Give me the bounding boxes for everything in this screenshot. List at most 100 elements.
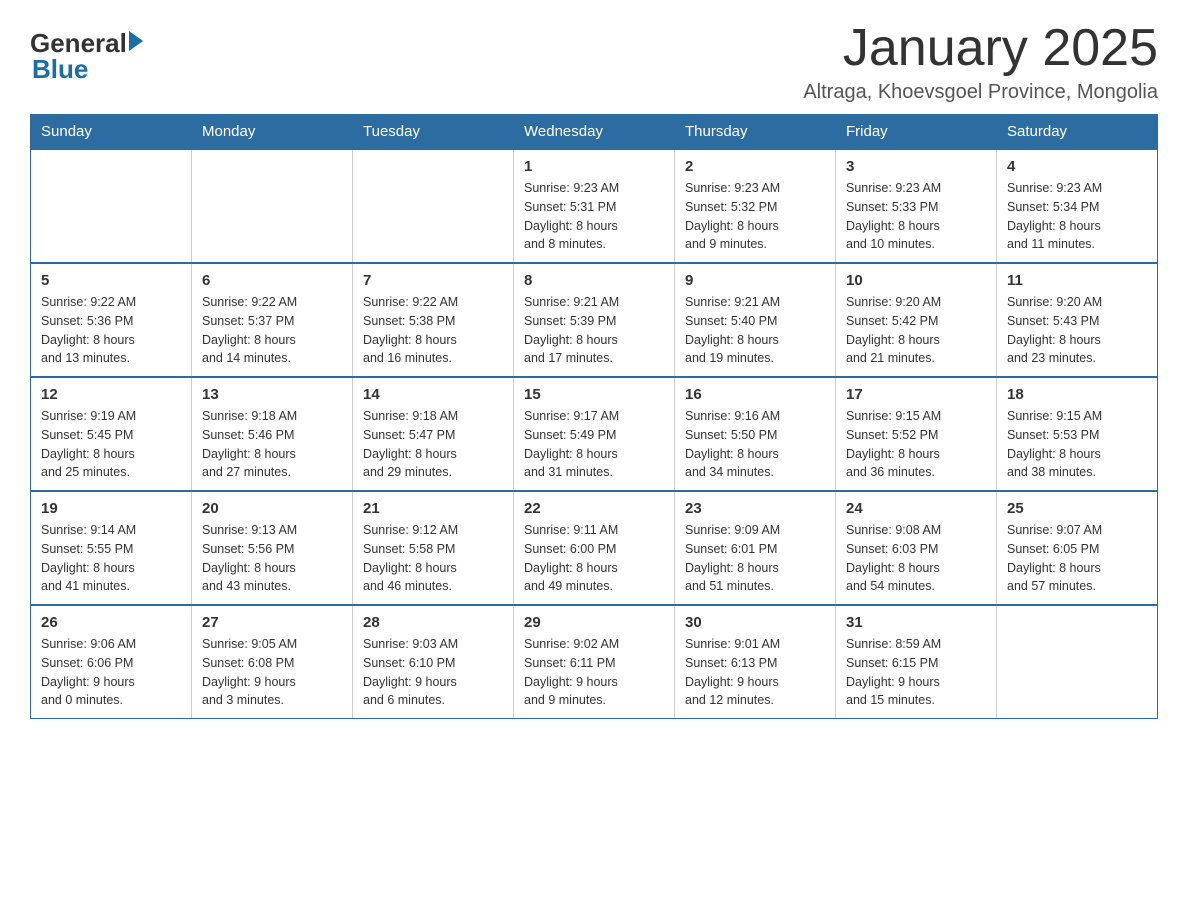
day-number: 6	[202, 272, 342, 289]
calendar-week-row: 19 Sunrise: 9:14 AM Sunset: 5:55 PM Dayli…	[31, 491, 1158, 605]
header-day-friday: Friday	[836, 115, 997, 150]
calendar-cell: 30 Sunrise: 9:01 AM Sunset: 6:13 PM Dayli…	[675, 605, 836, 719]
day-number: 9	[685, 272, 825, 289]
calendar-cell: 17 Sunrise: 9:15 AM Sunset: 5:52 PM Dayli…	[836, 377, 997, 491]
calendar-cell	[192, 149, 353, 263]
header-day-thursday: Thursday	[675, 115, 836, 150]
day-info: Sunrise: 9:02 AM Sunset: 6:11 PM Dayligh…	[524, 635, 664, 710]
calendar-cell: 20 Sunrise: 9:13 AM Sunset: 5:56 PM Dayli…	[192, 491, 353, 605]
calendar-cell: 2Sunrise: 9:23 AM Sunset: 5:32 PM Daylig…	[675, 149, 836, 263]
day-info: Sunrise: 9:23 AM Sunset: 5:34 PM Dayligh…	[1007, 179, 1147, 254]
calendar-cell: 16 Sunrise: 9:16 AM Sunset: 5:50 PM Dayli…	[675, 377, 836, 491]
calendar-cell: 13Sunrise: 9:18 AM Sunset: 5:46 PM Dayli…	[192, 377, 353, 491]
day-number: 31	[846, 614, 986, 631]
calendar-cell: 23 Sunrise: 9:09 AM Sunset: 6:01 PM Dayli…	[675, 491, 836, 605]
day-number: 1	[524, 158, 664, 175]
day-info: Sunrise: 9:17 AM Sunset: 5:49 PM Dayligh…	[524, 407, 664, 482]
calendar-week-row: 1 Sunrise: 9:23 AM Sunset: 5:31 PM Daylig…	[31, 149, 1158, 263]
calendar-cell: 18 Sunrise: 9:15 AM Sunset: 5:53 PM Dayli…	[997, 377, 1158, 491]
day-number: 14	[363, 386, 503, 403]
day-number: 21	[363, 500, 503, 517]
header-day-monday: Monday	[192, 115, 353, 150]
day-info: Sunrise: 9:15 AM Sunset: 5:53 PM Dayligh…	[1007, 407, 1147, 482]
day-number: 4	[1007, 158, 1147, 175]
day-number: 5	[41, 272, 181, 289]
logo-general-text: General	[30, 30, 127, 56]
header-day-wednesday: Wednesday	[514, 115, 675, 150]
day-number: 3	[846, 158, 986, 175]
day-info: Sunrise: 9:19 AM Sunset: 5:45 PM Dayligh…	[41, 407, 181, 482]
calendar-cell: 24Sunrise: 9:08 AM Sunset: 6:03 PM Dayli…	[836, 491, 997, 605]
day-info: Sunrise: 9:03 AM Sunset: 6:10 PM Dayligh…	[363, 635, 503, 710]
calendar-cell: 27 Sunrise: 9:05 AM Sunset: 6:08 PM Dayli…	[192, 605, 353, 719]
calendar-cell: 9 Sunrise: 9:21 AM Sunset: 5:40 PM Daylig…	[675, 263, 836, 377]
day-number: 19	[41, 500, 181, 517]
calendar-cell: 4 Sunrise: 9:23 AM Sunset: 5:34 PM Daylig…	[997, 149, 1158, 263]
day-number: 12	[41, 386, 181, 403]
calendar-cell: 12 Sunrise: 9:19 AM Sunset: 5:45 PM Dayli…	[31, 377, 192, 491]
calendar-cell: 29 Sunrise: 9:02 AM Sunset: 6:11 PM Dayli…	[514, 605, 675, 719]
day-info: Sunrise: 9:09 AM Sunset: 6:01 PM Dayligh…	[685, 521, 825, 596]
day-number: 27	[202, 614, 342, 631]
calendar-cell: 19 Sunrise: 9:14 AM Sunset: 5:55 PM Dayli…	[31, 491, 192, 605]
logo-blue-text: Blue	[32, 56, 143, 82]
calendar-week-row: 26Sunrise: 9:06 AM Sunset: 6:06 PM Dayli…	[31, 605, 1158, 719]
calendar-cell: 7Sunrise: 9:22 AM Sunset: 5:38 PM Daylig…	[353, 263, 514, 377]
day-number: 25	[1007, 500, 1147, 517]
day-info: Sunrise: 9:15 AM Sunset: 5:52 PM Dayligh…	[846, 407, 986, 482]
day-info: Sunrise: 9:06 AM Sunset: 6:06 PM Dayligh…	[41, 635, 181, 710]
calendar-cell: 21 Sunrise: 9:12 AM Sunset: 5:58 PM Dayli…	[353, 491, 514, 605]
logo: General Blue	[30, 30, 143, 82]
header-day-sunday: Sunday	[31, 115, 192, 150]
header-day-tuesday: Tuesday	[353, 115, 514, 150]
calendar-cell: 15 Sunrise: 9:17 AM Sunset: 5:49 PM Dayli…	[514, 377, 675, 491]
calendar-cell: 10Sunrise: 9:20 AM Sunset: 5:42 PM Dayli…	[836, 263, 997, 377]
day-number: 22	[524, 500, 664, 517]
day-number: 17	[846, 386, 986, 403]
day-info: Sunrise: 9:20 AM Sunset: 5:43 PM Dayligh…	[1007, 293, 1147, 368]
page-subtitle: Altraga, Khoevsgoel Province, Mongolia	[803, 81, 1158, 104]
calendar-cell: 25 Sunrise: 9:07 AM Sunset: 6:05 PM Dayli…	[997, 491, 1158, 605]
day-number: 16	[685, 386, 825, 403]
day-info: Sunrise: 9:21 AM Sunset: 5:40 PM Dayligh…	[685, 293, 825, 368]
day-number: 30	[685, 614, 825, 631]
day-info: Sunrise: 9:05 AM Sunset: 6:08 PM Dayligh…	[202, 635, 342, 710]
calendar-cell: 8Sunrise: 9:21 AM Sunset: 5:39 PM Daylig…	[514, 263, 675, 377]
page-title: January 2025	[803, 20, 1158, 77]
calendar-cell: 1 Sunrise: 9:23 AM Sunset: 5:31 PM Daylig…	[514, 149, 675, 263]
day-info: Sunrise: 9:18 AM Sunset: 5:46 PM Dayligh…	[202, 407, 342, 482]
day-info: Sunrise: 9:13 AM Sunset: 5:56 PM Dayligh…	[202, 521, 342, 596]
day-info: Sunrise: 9:23 AM Sunset: 5:31 PM Dayligh…	[524, 179, 664, 254]
calendar-cell: 5 Sunrise: 9:22 AM Sunset: 5:36 PM Daylig…	[31, 263, 192, 377]
calendar-week-row: 5 Sunrise: 9:22 AM Sunset: 5:36 PM Daylig…	[31, 263, 1158, 377]
calendar-cell: 22Sunrise: 9:11 AM Sunset: 6:00 PM Dayli…	[514, 491, 675, 605]
calendar-week-row: 12 Sunrise: 9:19 AM Sunset: 5:45 PM Dayli…	[31, 377, 1158, 491]
day-number: 20	[202, 500, 342, 517]
day-info: Sunrise: 9:14 AM Sunset: 5:55 PM Dayligh…	[41, 521, 181, 596]
title-section: January 2025 Altraga, Khoevsgoel Provinc…	[803, 20, 1158, 104]
day-number: 11	[1007, 272, 1147, 289]
calendar-cell	[31, 149, 192, 263]
calendar-cell: 26Sunrise: 9:06 AM Sunset: 6:06 PM Dayli…	[31, 605, 192, 719]
day-number: 8	[524, 272, 664, 289]
day-info: Sunrise: 9:07 AM Sunset: 6:05 PM Dayligh…	[1007, 521, 1147, 596]
calendar-table: SundayMondayTuesdayWednesdayThursdayFrid…	[30, 114, 1158, 719]
day-info: Sunrise: 9:01 AM Sunset: 6:13 PM Dayligh…	[685, 635, 825, 710]
day-number: 29	[524, 614, 664, 631]
day-number: 23	[685, 500, 825, 517]
page-header: General Blue January 2025 Altraga, Khoev…	[30, 20, 1158, 104]
day-number: 10	[846, 272, 986, 289]
calendar-cell: 28Sunrise: 9:03 AM Sunset: 6:10 PM Dayli…	[353, 605, 514, 719]
day-info: Sunrise: 9:16 AM Sunset: 5:50 PM Dayligh…	[685, 407, 825, 482]
day-number: 18	[1007, 386, 1147, 403]
day-number: 24	[846, 500, 986, 517]
day-number: 2	[685, 158, 825, 175]
day-number: 15	[524, 386, 664, 403]
calendar-cell: 14 Sunrise: 9:18 AM Sunset: 5:47 PM Dayli…	[353, 377, 514, 491]
day-info: Sunrise: 9:12 AM Sunset: 5:58 PM Dayligh…	[363, 521, 503, 596]
calendar-cell: 11 Sunrise: 9:20 AM Sunset: 5:43 PM Dayli…	[997, 263, 1158, 377]
calendar-cell: 3Sunrise: 9:23 AM Sunset: 5:33 PM Daylig…	[836, 149, 997, 263]
calendar-cell: 6Sunrise: 9:22 AM Sunset: 5:37 PM Daylig…	[192, 263, 353, 377]
day-info: Sunrise: 9:22 AM Sunset: 5:36 PM Dayligh…	[41, 293, 181, 368]
day-info: Sunrise: 9:18 AM Sunset: 5:47 PM Dayligh…	[363, 407, 503, 482]
